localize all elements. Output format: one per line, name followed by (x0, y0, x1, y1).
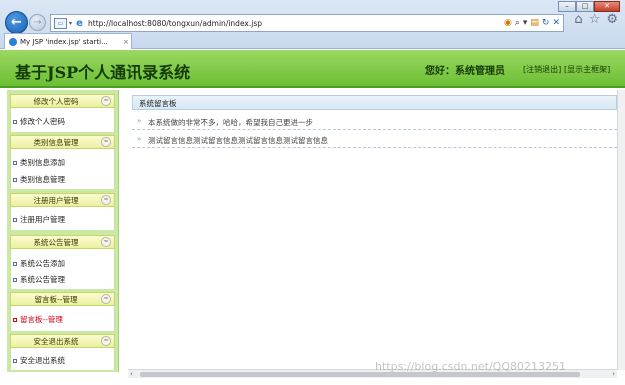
sidebar-item-label: 留言板--管理 (20, 315, 63, 324)
sidebar-item-label: 系统公告添加 (20, 259, 65, 268)
sidebar-item-category-manage[interactable]: 类别信息管理 (13, 174, 65, 185)
user-greeting: 您好：系统管理员 (425, 66, 505, 77)
collapse-icon[interactable]: ≈ (101, 294, 111, 304)
sidebar-item-change-password[interactable]: 修改个人密码 (13, 116, 65, 127)
menu-section-title: 系统公告管理 (33, 238, 79, 247)
watermark: https://blog.csdn.net/QQ80213251 (375, 360, 566, 373)
menu-section-body: 类别信息添加 类别信息管理 (10, 149, 115, 189)
bullet-icon (13, 161, 17, 165)
tab-favicon-icon (9, 37, 17, 46)
sidebar-item-label: 安全退出系统 (20, 356, 65, 365)
message-row[interactable]: » 本系统做的非常不多，哈哈，希望我自己更进一步 (132, 113, 617, 130)
menu-section-header[interactable]: 安全退出系统 ≈ (10, 334, 115, 348)
ie-icon: e (76, 17, 83, 29)
settings-icon[interactable]: ⚙ (606, 13, 618, 27)
sidebar-item-notice-manage[interactable]: 系统公告管理 (13, 274, 65, 285)
menu-section-title: 类别信息管理 (33, 138, 79, 147)
page-icon-dropdown-icon[interactable]: ▾ (69, 20, 72, 27)
page-icon: ▭ (54, 17, 67, 29)
menu-section-title: 安全退出系统 (33, 337, 79, 346)
collapse-icon[interactable]: ≈ (101, 137, 111, 147)
tab-title: My JSP 'index.jsp' starti... (20, 37, 108, 46)
menu-section-header[interactable]: 类别信息管理 ≈ (10, 135, 115, 149)
bullet-icon (13, 120, 17, 124)
forward-icon[interactable]: → (29, 14, 46, 31)
menu-section-header[interactable]: 注册用户管理 ≈ (10, 193, 115, 207)
back-icon[interactable]: ← (5, 11, 28, 34)
home-icon[interactable]: ⌂ (574, 13, 582, 27)
address-bar[interactable]: ▭ ▾ e http://localhost:8080/tongxun/admi… (50, 14, 564, 32)
collapse-icon[interactable]: ≈ (101, 195, 111, 205)
close-window-button[interactable]: ✕ (594, 1, 620, 12)
sidebar-item-user-manage[interactable]: 注册用户管理 (13, 214, 65, 225)
favorites-icon[interactable]: ☆ (589, 13, 601, 27)
sidebar-item-label: 修改个人密码 (20, 117, 65, 126)
sidebar-item-notice-add[interactable]: 系统公告添加 (13, 258, 65, 269)
search-dropdown-icon[interactable]: ▾ (523, 16, 528, 30)
bullet-icon (13, 262, 17, 266)
panel-title: 系统留言板 (139, 99, 177, 108)
double-arrow-icon: » (137, 135, 142, 143)
message-text[interactable]: 测试留言信息测试留言信息测试留言信息测试留言信息 (148, 135, 328, 146)
tab-close-icon[interactable]: × (123, 38, 129, 46)
logout-link[interactable]: [注销退出] (523, 64, 561, 75)
bullet-icon (13, 278, 17, 282)
browser-chrome: ← → ▭ ▾ e http://localhost:8080/tongxun/… (0, 0, 625, 49)
menu-section-body: 修改个人密码 (10, 108, 115, 132)
browser-tab[interactable]: My JSP 'index.jsp' starti... × (4, 33, 132, 49)
address-url[interactable]: http://localhost:8080/tongxun/admin/inde… (88, 19, 262, 28)
menu-section-title: 留言板--管理 (34, 295, 78, 304)
sidebar: 修改个人密码 ≈ 修改个人密码 类别信息管理 ≈ 类别信息添加 类别信息管理 注… (7, 90, 119, 372)
menu-section-body: 留言板--管理 (10, 306, 115, 331)
window-controls: – □ ✕ (558, 1, 620, 12)
menu-section-title: 注册用户管理 (33, 196, 79, 205)
scroll-right-icon[interactable]: › (612, 370, 615, 378)
double-arrow-icon: » (137, 117, 142, 125)
sidebar-item-label: 系统公告管理 (20, 275, 65, 284)
sidebar-item-label: 注册用户管理 (20, 215, 65, 224)
sidebar-item-category-add[interactable]: 类别信息添加 (13, 157, 65, 168)
refresh-icon[interactable]: ↻ (542, 16, 550, 30)
collapse-icon[interactable]: ≈ (101, 237, 111, 247)
menu-section-body: 注册用户管理 (10, 207, 115, 230)
menu-section-body: 系统公告添加 系统公告管理 (10, 249, 115, 289)
menu-section-body: 安全退出系统 (10, 348, 115, 370)
menu-section-header[interactable]: 留言板--管理 ≈ (10, 292, 115, 306)
collapse-icon[interactable]: ≈ (101, 336, 111, 346)
maximize-button[interactable]: □ (576, 1, 594, 12)
app-title: 基于JSP个人通讯录系统 (15, 63, 191, 82)
bullet-icon (13, 318, 17, 322)
menu-section-header[interactable]: 修改个人密码 ≈ (10, 94, 115, 108)
menu-section-header[interactable]: 系统公告管理 ≈ (10, 235, 115, 249)
search-icon[interactable]: ⌕ (515, 16, 520, 30)
sidebar-item-label: 类别信息管理 (20, 175, 65, 184)
stop-icon[interactable]: ✕ (552, 16, 560, 30)
collapse-icon[interactable]: ≈ (101, 96, 111, 106)
sidebar-item-label: 类别信息添加 (20, 158, 65, 167)
menu-section-title: 修改个人密码 (33, 97, 79, 106)
message-text[interactable]: 本系统做的非常不多，哈哈，希望我自己更进一步 (148, 117, 313, 128)
app-header: 基于JSP个人通讯录系统 您好：系统管理员 [注销退出] [显示主框架] (0, 50, 625, 88)
message-row[interactable]: » 测试留言信息测试留言信息测试留言信息测试留言信息 (132, 131, 617, 148)
browser-right-tools: ⌂ ☆ ⚙ (574, 13, 618, 27)
panel-header: 系统留言板 (132, 95, 617, 110)
compat-view-icon[interactable]: ▤ (530, 16, 539, 30)
bullet-icon (13, 359, 17, 363)
vertical-scrollbar[interactable] (617, 90, 625, 370)
bullet-icon (13, 178, 17, 182)
main-content: 系统留言板 » 本系统做的非常不多，哈哈，希望我自己更进一步 » 测试留言信息测… (128, 90, 617, 370)
show-main-frame-link[interactable]: [显示主框架] (564, 64, 610, 75)
scroll-left-icon[interactable]: ‹ (130, 370, 133, 378)
compat-icon[interactable]: ◉ (504, 16, 512, 30)
bullet-icon (13, 218, 17, 222)
sidebar-item-logout[interactable]: 安全退出系统 (13, 355, 65, 366)
minimize-button[interactable]: – (558, 1, 576, 12)
sidebar-item-message-board[interactable]: 留言板--管理 (13, 314, 63, 325)
address-tools: ◉ ⌕ ▾ ▤ ↻ ✕ (504, 16, 560, 30)
